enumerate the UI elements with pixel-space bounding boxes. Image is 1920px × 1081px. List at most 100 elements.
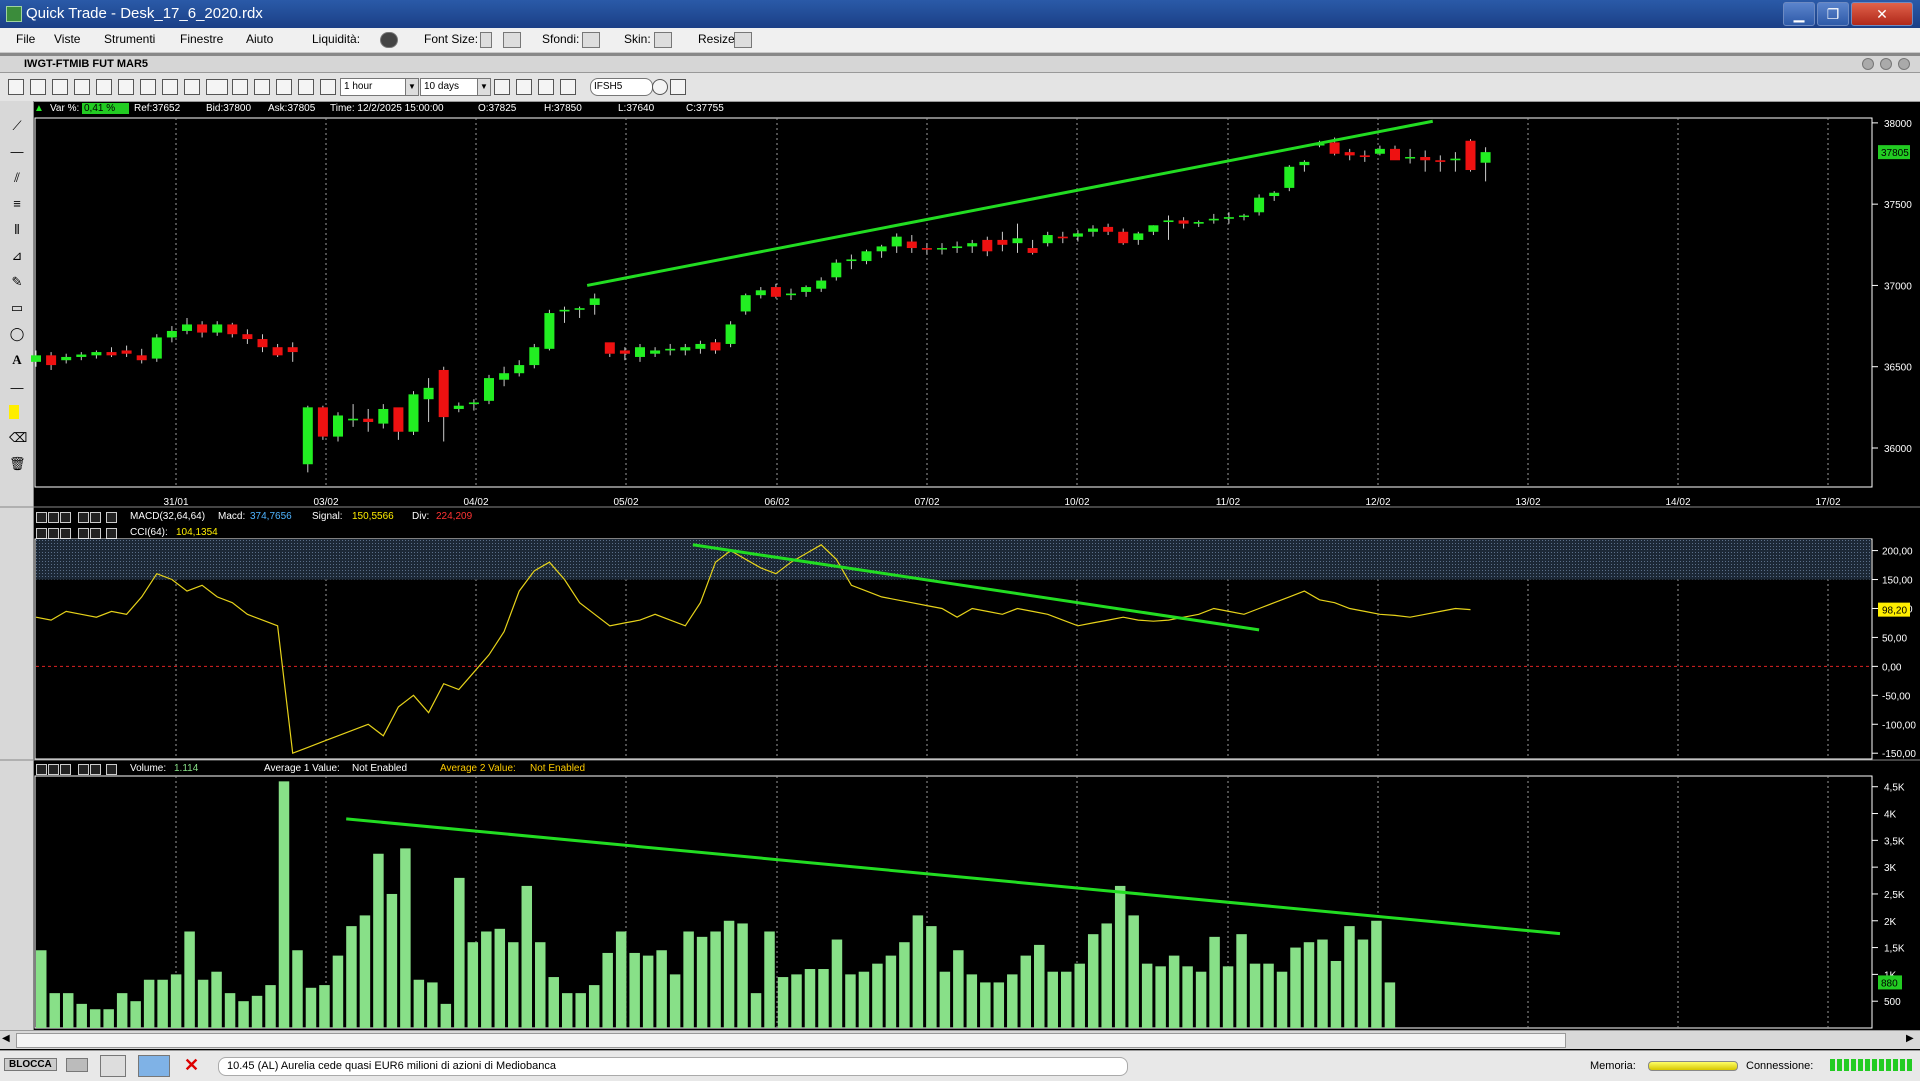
candle[interactable] bbox=[1012, 238, 1023, 244]
candle[interactable] bbox=[453, 405, 464, 409]
volume-bar[interactable] bbox=[1101, 923, 1112, 1028]
volume-bar[interactable] bbox=[1168, 955, 1180, 1028]
candle[interactable] bbox=[1450, 158, 1461, 161]
volume-bar[interactable] bbox=[953, 950, 964, 1028]
volume-bar[interactable] bbox=[575, 993, 586, 1028]
volume-bar[interactable] bbox=[1087, 934, 1099, 1028]
volume-bar[interactable] bbox=[1222, 966, 1234, 1028]
volume-bar[interactable] bbox=[683, 931, 694, 1028]
candle[interactable] bbox=[121, 350, 132, 354]
volume-bar[interactable] bbox=[211, 971, 222, 1028]
candle[interactable] bbox=[151, 337, 162, 359]
chart-canvas[interactable]: 31/01 03/02 04/02 05/02 06/02 07/02 10/02 11/02… bbox=[0, 0, 1920, 1080]
error-icon[interactable]: ✕ bbox=[184, 1055, 199, 1076]
volume-bar[interactable] bbox=[103, 1009, 114, 1028]
candle[interactable] bbox=[816, 280, 827, 289]
scroll-left-icon[interactable]: ◀ bbox=[2, 1033, 10, 1044]
volume-bar[interactable] bbox=[467, 942, 479, 1028]
candle[interactable] bbox=[363, 418, 374, 422]
volume-bar[interactable] bbox=[346, 926, 357, 1028]
volume-bar[interactable] bbox=[885, 955, 897, 1028]
candle[interactable] bbox=[1390, 148, 1400, 161]
volume-bar[interactable] bbox=[723, 920, 735, 1028]
volume-bar[interactable] bbox=[413, 979, 425, 1028]
volume-bar[interactable] bbox=[157, 979, 168, 1028]
volume-bar[interactable] bbox=[319, 985, 330, 1028]
volume-bar[interactable] bbox=[1236, 934, 1247, 1028]
candle[interactable] bbox=[1072, 233, 1083, 237]
volume-bar[interactable] bbox=[669, 974, 681, 1028]
volume-bar[interactable] bbox=[265, 985, 276, 1028]
candle[interactable] bbox=[348, 418, 359, 421]
scrollbar-thumb[interactable] bbox=[16, 1033, 1566, 1048]
volume-bar[interactable] bbox=[36, 950, 47, 1028]
volume-bar[interactable] bbox=[224, 993, 236, 1028]
candle[interactable] bbox=[91, 352, 102, 356]
volume-bar[interactable] bbox=[561, 993, 573, 1028]
volume-bar[interactable] bbox=[49, 993, 60, 1028]
candle[interactable] bbox=[1223, 217, 1234, 219]
volume-bar[interactable] bbox=[1114, 885, 1126, 1028]
candle[interactable] bbox=[1284, 166, 1295, 188]
volume-bar[interactable] bbox=[184, 931, 195, 1028]
scroll-right-icon[interactable]: ▶ bbox=[1906, 1033, 1914, 1044]
candle[interactable] bbox=[725, 324, 736, 344]
volume-bar[interactable] bbox=[548, 977, 559, 1028]
candle[interactable] bbox=[1405, 157, 1416, 159]
candle[interactable] bbox=[302, 407, 313, 465]
blocca-button[interactable]: BLOCCA bbox=[4, 1058, 57, 1071]
volume-bar[interactable] bbox=[373, 853, 384, 1028]
volume-bar[interactable] bbox=[332, 955, 344, 1028]
volume-bar[interactable] bbox=[710, 931, 721, 1028]
candle[interactable] bbox=[499, 373, 510, 380]
volume-bar[interactable] bbox=[1155, 966, 1166, 1028]
volume-bar[interactable] bbox=[1209, 936, 1220, 1028]
volume-bar[interactable] bbox=[831, 939, 843, 1028]
volume-bar[interactable] bbox=[170, 974, 182, 1028]
volume-bar[interactable] bbox=[1249, 963, 1261, 1028]
candle[interactable] bbox=[1344, 152, 1355, 156]
candle[interactable] bbox=[529, 347, 540, 366]
candle[interactable] bbox=[1088, 228, 1098, 232]
volume-bar[interactable] bbox=[980, 982, 991, 1028]
candle[interactable] bbox=[136, 355, 147, 361]
candle[interactable] bbox=[695, 343, 706, 349]
candle[interactable] bbox=[786, 293, 796, 296]
candle[interactable] bbox=[801, 287, 812, 292]
candle[interactable] bbox=[378, 408, 389, 424]
printer-icon[interactable] bbox=[100, 1055, 126, 1077]
candle[interactable] bbox=[831, 262, 842, 278]
candle[interactable] bbox=[227, 324, 238, 335]
candle[interactable] bbox=[665, 348, 676, 351]
candle[interactable] bbox=[106, 352, 117, 356]
volume-bar[interactable] bbox=[454, 877, 465, 1028]
volume-bar[interactable] bbox=[1182, 966, 1193, 1028]
candle[interactable] bbox=[921, 248, 932, 250]
volume-bar[interactable] bbox=[143, 979, 155, 1028]
candle[interactable] bbox=[317, 407, 328, 437]
horizontal-scrollbar[interactable]: ◀ ▶ bbox=[0, 1030, 1920, 1049]
volume-bar[interactable] bbox=[76, 1003, 87, 1028]
volume-bar[interactable] bbox=[1007, 974, 1018, 1028]
candle[interactable] bbox=[559, 309, 570, 312]
candle[interactable] bbox=[333, 415, 343, 437]
candle[interactable] bbox=[1239, 215, 1249, 218]
volume-bar[interactable] bbox=[197, 979, 209, 1028]
volume-bar[interactable] bbox=[966, 974, 978, 1028]
news-ticker[interactable]: 10.45 (AL) Aurelia cede quasi EUR6 milio… bbox=[218, 1057, 1128, 1076]
candle[interactable] bbox=[1299, 161, 1310, 166]
candle[interactable] bbox=[1027, 248, 1038, 253]
volume-bar[interactable] bbox=[1317, 939, 1328, 1028]
volume-bar[interactable] bbox=[400, 848, 411, 1028]
volume-bar[interactable] bbox=[292, 950, 303, 1028]
volume-bar[interactable] bbox=[1276, 971, 1288, 1028]
candle[interactable] bbox=[1148, 225, 1159, 232]
candle[interactable] bbox=[1208, 218, 1219, 221]
candle[interactable] bbox=[952, 246, 963, 249]
candle[interactable] bbox=[1178, 220, 1189, 224]
candle[interactable] bbox=[423, 387, 434, 400]
volume-bar[interactable] bbox=[1074, 963, 1085, 1028]
candle[interactable] bbox=[1103, 226, 1114, 232]
volume-bar[interactable] bbox=[750, 993, 762, 1028]
volume-bar[interactable] bbox=[1357, 939, 1369, 1028]
